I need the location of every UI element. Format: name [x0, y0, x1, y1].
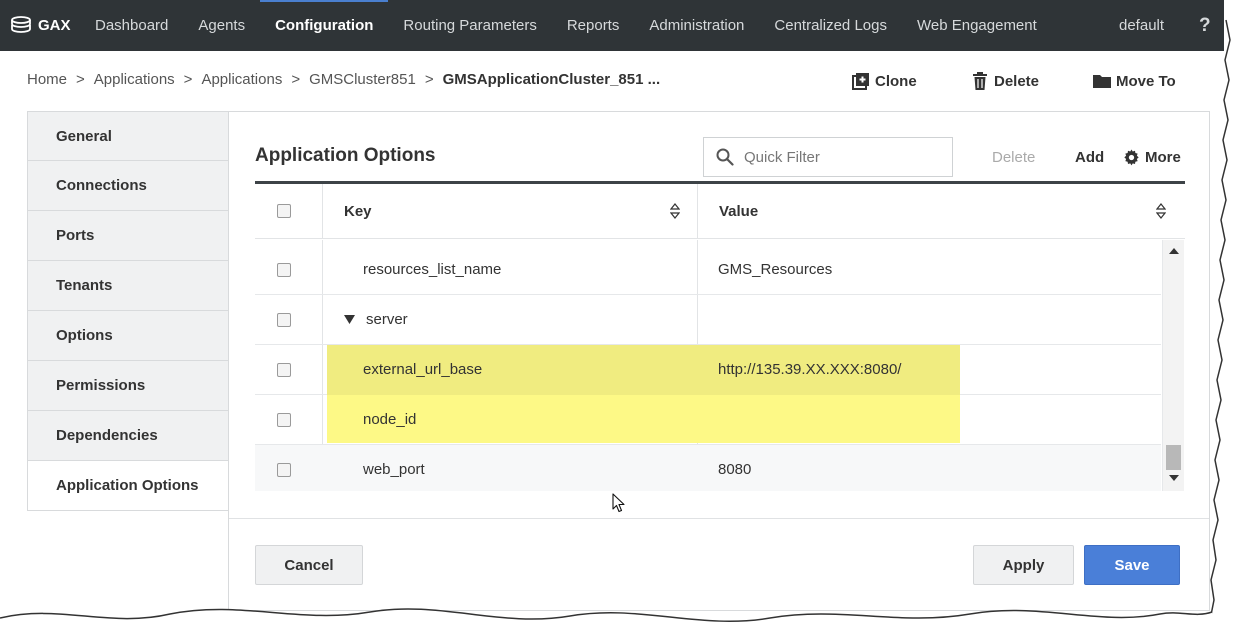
nav-dashboard[interactable]: Dashboard	[80, 0, 183, 51]
scroll-down-arrow-icon[interactable]	[1169, 475, 1179, 481]
breadcrumb-separator: >	[291, 71, 301, 88]
quick-filter-input[interactable]	[744, 148, 944, 166]
row-checkbox[interactable]	[277, 363, 291, 377]
footer-divider	[229, 518, 1209, 519]
breadcrumb: Home > Applications > Applications > GMS…	[27, 71, 660, 88]
save-button[interactable]: Save	[1084, 545, 1180, 585]
breadcrumb-home[interactable]: Home	[27, 71, 67, 88]
column-divider	[697, 184, 698, 239]
table-row-section[interactable]: server	[255, 295, 1161, 345]
breadcrumb-applications-folder[interactable]: Applications	[201, 71, 282, 88]
table-row[interactable]: web_port 8080	[255, 445, 1161, 491]
breadcrumb-cluster[interactable]: GMSCluster851	[309, 71, 416, 88]
delete-object-button[interactable]: Delete	[971, 72, 1039, 90]
table-row-highlighted[interactable]: node_id	[255, 395, 1161, 445]
table-header: Key Value	[255, 184, 1185, 239]
tab-options[interactable]: Options	[27, 311, 229, 361]
delete-option-button[interactable]: Delete	[992, 149, 1035, 166]
column-divider	[322, 184, 323, 239]
more-button[interactable]: More	[1123, 149, 1181, 166]
mouse-cursor-icon	[612, 493, 625, 513]
trash-icon	[973, 72, 987, 90]
option-value[interactable]: 8080	[718, 445, 751, 491]
tab-general[interactable]: General	[27, 111, 229, 161]
cancel-button[interactable]: Cancel	[255, 545, 363, 585]
quick-filter[interactable]	[703, 137, 953, 177]
tab-permissions[interactable]: Permissions	[27, 361, 229, 411]
row-checkbox[interactable]	[277, 263, 291, 277]
table-body: resources_list_name GMS_Resources server…	[255, 240, 1161, 491]
scroll-up-arrow-icon[interactable]	[1169, 248, 1179, 254]
nav-configuration[interactable]: Configuration	[260, 0, 389, 51]
brand-logo[interactable]: GAX	[0, 15, 80, 36]
option-key: node_id	[363, 411, 417, 428]
clone-icon	[852, 73, 869, 90]
apply-button[interactable]: Apply	[973, 545, 1074, 585]
user-menu[interactable]: default	[1119, 0, 1164, 51]
scrollbar-thumb[interactable]	[1166, 445, 1181, 470]
tab-dependencies[interactable]: Dependencies	[27, 411, 229, 461]
row-checkbox[interactable]	[277, 463, 291, 477]
row-checkbox[interactable]	[277, 413, 291, 427]
database-icon	[11, 15, 31, 33]
breadcrumb-separator: >	[424, 71, 434, 88]
column-header-value[interactable]: Value	[719, 184, 758, 239]
options-table: Key Value resources_list_name GMS_Resour…	[255, 181, 1185, 491]
row-checkbox[interactable]	[277, 313, 291, 327]
nav-agents[interactable]: Agents	[183, 0, 260, 51]
option-value[interactable]: GMS_Resources	[718, 245, 832, 295]
clone-button[interactable]: Clone	[852, 72, 917, 90]
add-option-button[interactable]: Add	[1075, 149, 1104, 166]
nav-reports[interactable]: Reports	[552, 0, 635, 51]
tab-tenants[interactable]: Tenants	[27, 261, 229, 311]
tab-ports[interactable]: Ports	[27, 211, 229, 261]
panel-title: Application Options	[255, 145, 436, 166]
breadcrumb-applications[interactable]: Applications	[94, 71, 175, 88]
select-all-checkbox[interactable]	[277, 204, 291, 218]
clone-label: Clone	[875, 72, 917, 90]
gear-icon	[1124, 149, 1139, 166]
sort-key-icon[interactable]	[670, 203, 680, 219]
row-highlight	[327, 395, 960, 443]
delete-label: Delete	[994, 72, 1040, 90]
side-tabs: General Connections Ports Tenants Option…	[27, 111, 229, 511]
breadcrumb-separator: >	[76, 71, 85, 88]
top-nav-bar: GAX Dashboard Agents Configuration Routi…	[0, 0, 1224, 51]
column-header-key[interactable]: Key	[344, 184, 372, 239]
nav-centralized-logs[interactable]: Centralized Logs	[759, 0, 902, 51]
breadcrumb-separator: >	[183, 71, 193, 88]
option-key: web_port	[363, 461, 425, 478]
table-row[interactable]: resources_list_name GMS_Resources	[255, 245, 1161, 295]
section-key: server	[366, 311, 408, 328]
option-value[interactable]: http://135.39.XX.XXX:8080/	[718, 345, 901, 395]
nav-administration[interactable]: Administration	[634, 0, 759, 51]
breadcrumb-current: GMSApplicationCluster_851 ...	[442, 71, 661, 88]
option-key: resources_list_name	[363, 261, 502, 278]
option-key: external_url_base	[363, 361, 483, 378]
folder-icon	[1093, 75, 1111, 88]
tab-connections[interactable]: Connections	[27, 161, 229, 211]
table-scrollbar[interactable]	[1162, 240, 1184, 491]
nav-routing-parameters[interactable]: Routing Parameters	[388, 0, 551, 51]
nav-web-engagement[interactable]: Web Engagement	[902, 0, 1052, 51]
more-label: More	[1145, 149, 1181, 166]
tab-application-options[interactable]: Application Options	[27, 461, 229, 511]
table-row-highlighted[interactable]: external_url_base http://135.39.XX.XXX:8…	[255, 345, 1161, 395]
sort-value-icon[interactable]	[1156, 203, 1166, 219]
application-options-panel: Application Options Delete Add More Key …	[228, 111, 1210, 611]
expand-triangle-icon[interactable]	[344, 315, 355, 325]
search-icon	[716, 148, 734, 166]
move-to-button[interactable]: Move To	[1093, 72, 1176, 90]
brand-name: GAX	[38, 17, 71, 34]
move-to-label: Move To	[1116, 72, 1176, 90]
help-icon[interactable]: ?	[1199, 0, 1211, 51]
